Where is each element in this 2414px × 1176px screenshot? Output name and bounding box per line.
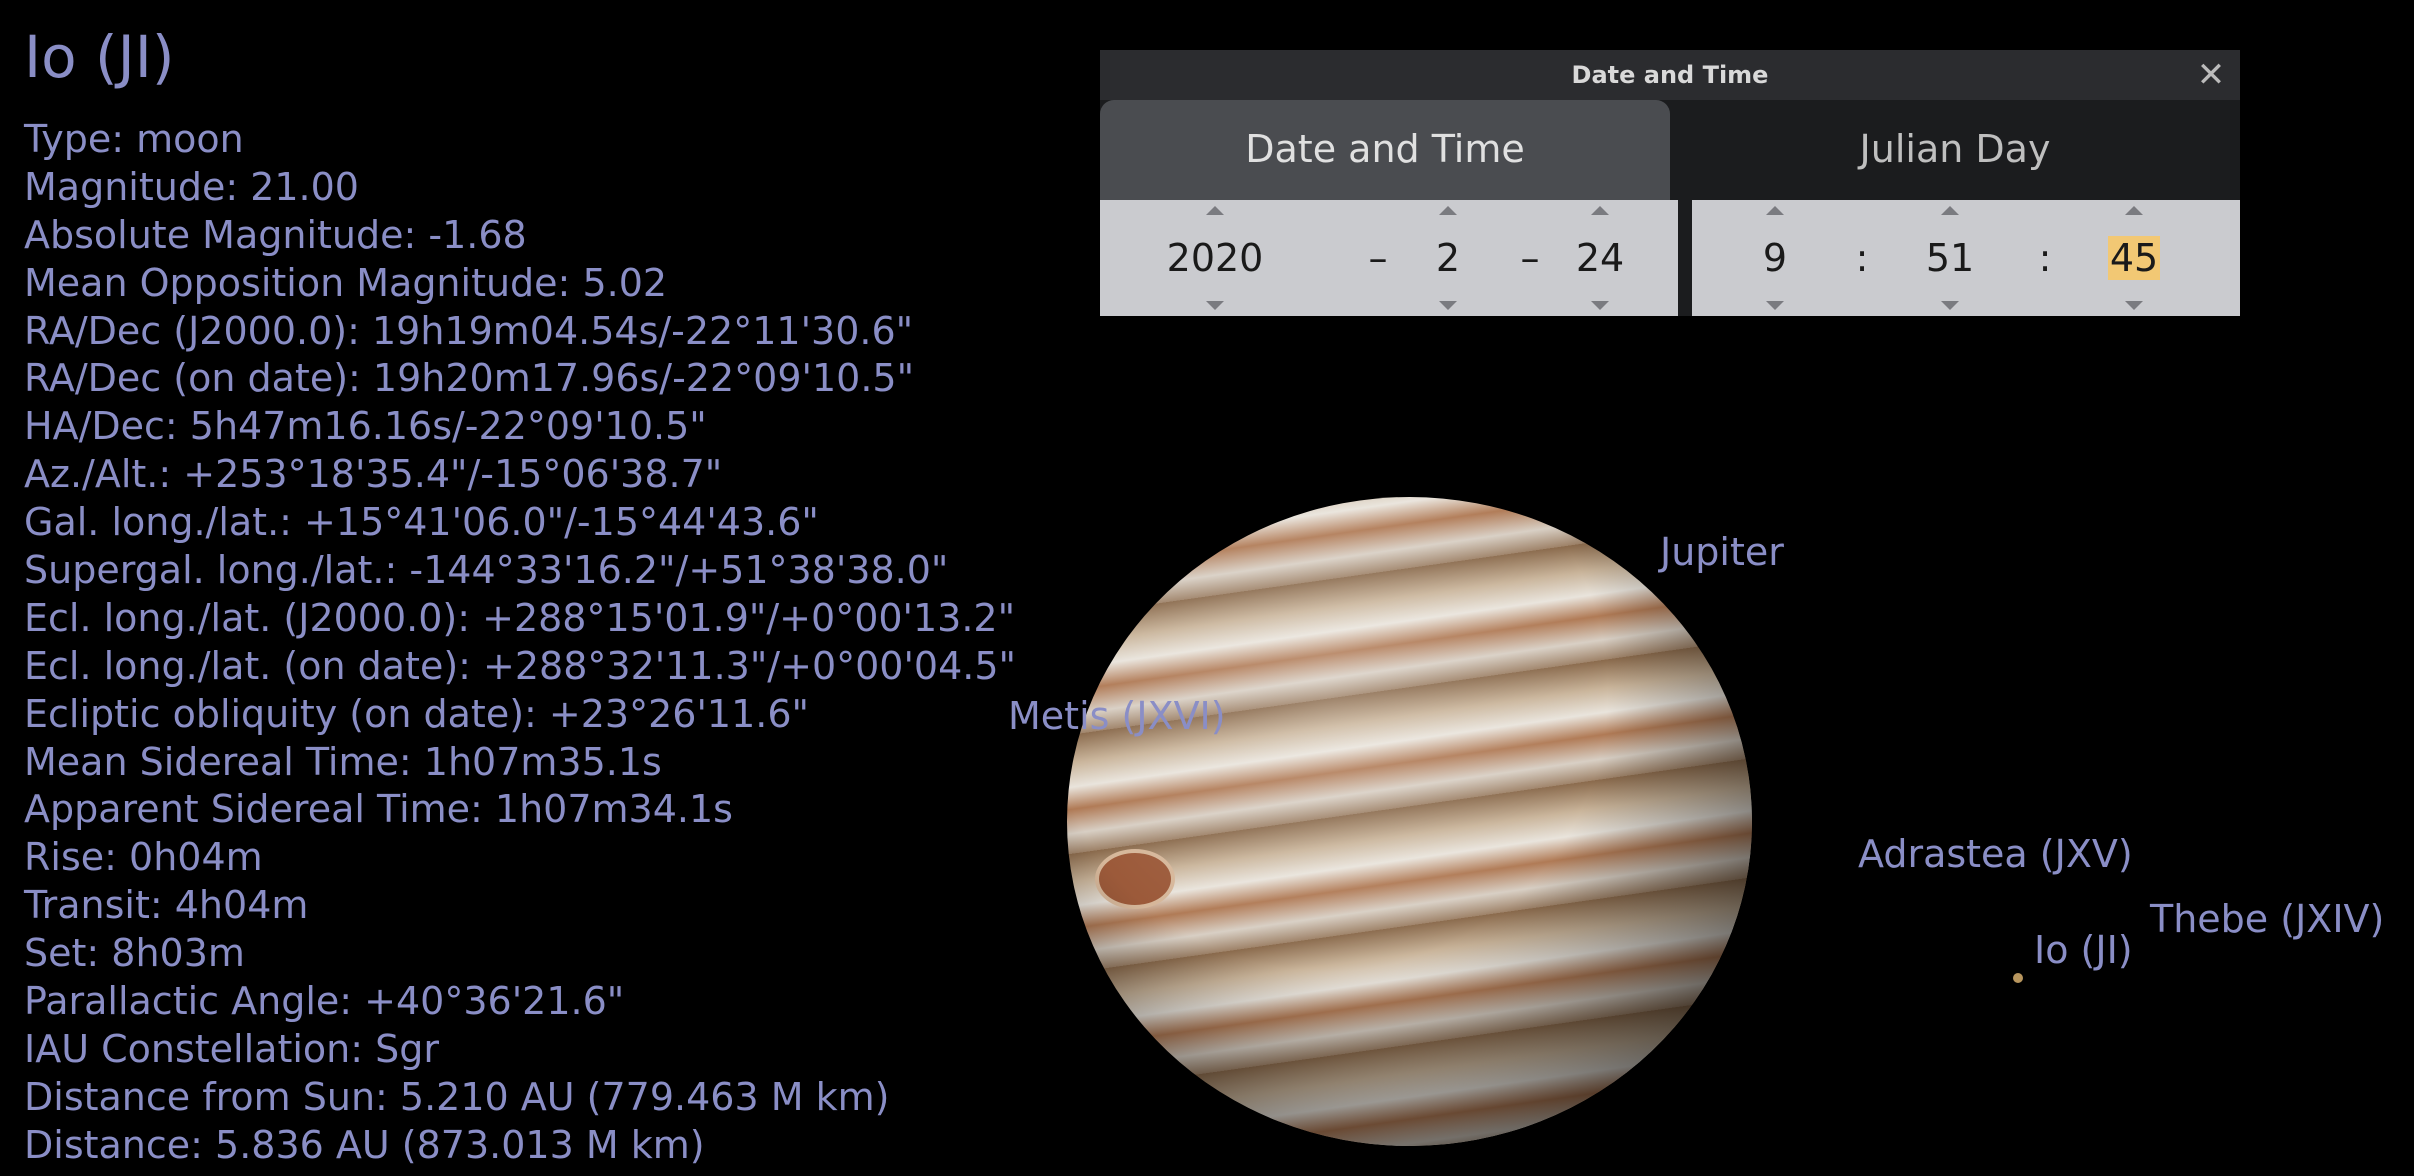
- date-spinner-panel: 2020 – 2 – 24: [1100, 200, 1678, 316]
- info-line: Transit: 4h04m: [24, 883, 309, 928]
- hour-value[interactable]: 9: [1740, 232, 1810, 284]
- info-line: Parallactic Angle: +40°36'21.6": [24, 979, 625, 1024]
- info-line: Ecl. long./lat. (on date): +288°32'11.3"…: [24, 643, 1017, 688]
- info-line: Type: moon: [24, 117, 244, 161]
- day-up-arrow-icon[interactable]: [1591, 206, 1609, 215]
- month-spinner[interactable]: 2: [1418, 200, 1478, 316]
- thebe-label[interactable]: Thebe (JXIV): [2150, 897, 2384, 941]
- info-line: Ecl. long./lat. (J2000.0): +288°15'01.9"…: [24, 595, 1016, 640]
- info-line: Apparent Sidereal Time: 1h07m34.1s: [24, 787, 733, 832]
- adrastea-label[interactable]: Adrastea (JXV): [1858, 832, 2133, 876]
- year-value[interactable]: 2020: [1160, 232, 1270, 284]
- year-down-arrow-icon[interactable]: [1206, 301, 1224, 310]
- second-value[interactable]: 45: [2094, 232, 2174, 284]
- info-line: RA/Dec (on date): 19h20m17.96s/-22°09'10…: [24, 356, 915, 401]
- io-label[interactable]: Io (JI): [2034, 928, 2133, 972]
- minute-down-arrow-icon[interactable]: [1941, 301, 1959, 310]
- info-line: Mean Opposition Magnitude: 5.02: [24, 260, 668, 305]
- object-title: Io (JI): [24, 23, 175, 91]
- day-down-arrow-icon[interactable]: [1591, 301, 1609, 310]
- time-spinner-panel: 9 : 51 : 45: [1692, 200, 2240, 316]
- minute-value[interactable]: 51: [1910, 232, 1990, 284]
- info-line: Ecliptic obliquity (on date): +23°26'11.…: [24, 691, 809, 736]
- info-line: Magnitude: 21.00: [24, 164, 359, 209]
- hour-spinner[interactable]: 9: [1740, 200, 1810, 316]
- year-spinner[interactable]: 2020: [1160, 200, 1270, 316]
- time-separator: :: [1855, 236, 1869, 280]
- object-info-list: Type: moon Magnitude: 21.00 Absolute Magni…: [24, 116, 1016, 1170]
- second-value-text[interactable]: 45: [2107, 236, 2161, 280]
- date-separator: –: [1520, 236, 1540, 280]
- year-up-arrow-icon[interactable]: [1206, 206, 1224, 215]
- info-line: Mean Sidereal Time: 1h07m35.1s: [24, 739, 662, 784]
- second-spinner[interactable]: 45: [2094, 200, 2174, 316]
- planet-shading: [1067, 497, 1752, 1146]
- info-line: HA/Dec: 5h47m16.16s/-22°09'10.5": [24, 404, 707, 449]
- day-value[interactable]: 24: [1560, 232, 1640, 284]
- close-icon[interactable]: ✕: [2194, 58, 2228, 92]
- info-line: Absolute Magnitude: -1.68: [24, 212, 527, 257]
- jupiter-planet[interactable]: [1067, 497, 1752, 1146]
- info-line: RA/Dec (J2000.0): 19h19m04.54s/-22°11'30…: [24, 308, 914, 353]
- hour-up-arrow-icon[interactable]: [1766, 206, 1784, 215]
- minute-spinner[interactable]: 51: [1910, 200, 1990, 316]
- info-line: Gal. long./lat.: +15°41'06.0"/-15°44'43.…: [24, 500, 819, 545]
- info-line: Az./Alt.: +253°18'35.4"/-15°06'38.7": [24, 452, 723, 497]
- info-line: Distance: 5.836 AU (873.013 M km): [24, 1122, 705, 1167]
- hour-down-arrow-icon[interactable]: [1766, 301, 1784, 310]
- month-down-arrow-icon[interactable]: [1439, 301, 1457, 310]
- info-line: Distance from Sun: 5.210 AU (779.463 M k…: [24, 1074, 890, 1119]
- date-separator: –: [1368, 236, 1388, 280]
- day-spinner[interactable]: 24: [1560, 200, 1640, 316]
- second-down-arrow-icon[interactable]: [2125, 301, 2143, 310]
- month-value[interactable]: 2: [1418, 232, 1478, 284]
- info-line: IAU Constellation: Sgr: [24, 1026, 439, 1071]
- jupiter-label[interactable]: Jupiter: [1660, 530, 1784, 574]
- dialog-title: Date and Time: [1571, 61, 1769, 89]
- time-separator: :: [2038, 236, 2052, 280]
- second-up-arrow-icon[interactable]: [2125, 206, 2143, 215]
- date-time-dialog: Date and Time ✕ Date and Time Julian Day…: [1100, 50, 2240, 316]
- info-line: Supergal. long./lat.: -144°33'16.2"/+51°…: [24, 548, 949, 593]
- info-line: Set: 8h03m: [24, 931, 245, 976]
- info-line: Rise: 0h04m: [24, 835, 263, 880]
- io-moon[interactable]: [2013, 973, 2023, 983]
- month-up-arrow-icon[interactable]: [1439, 206, 1457, 215]
- minute-up-arrow-icon[interactable]: [1941, 206, 1959, 215]
- metis-label[interactable]: Metis (JXVI): [1008, 694, 1226, 738]
